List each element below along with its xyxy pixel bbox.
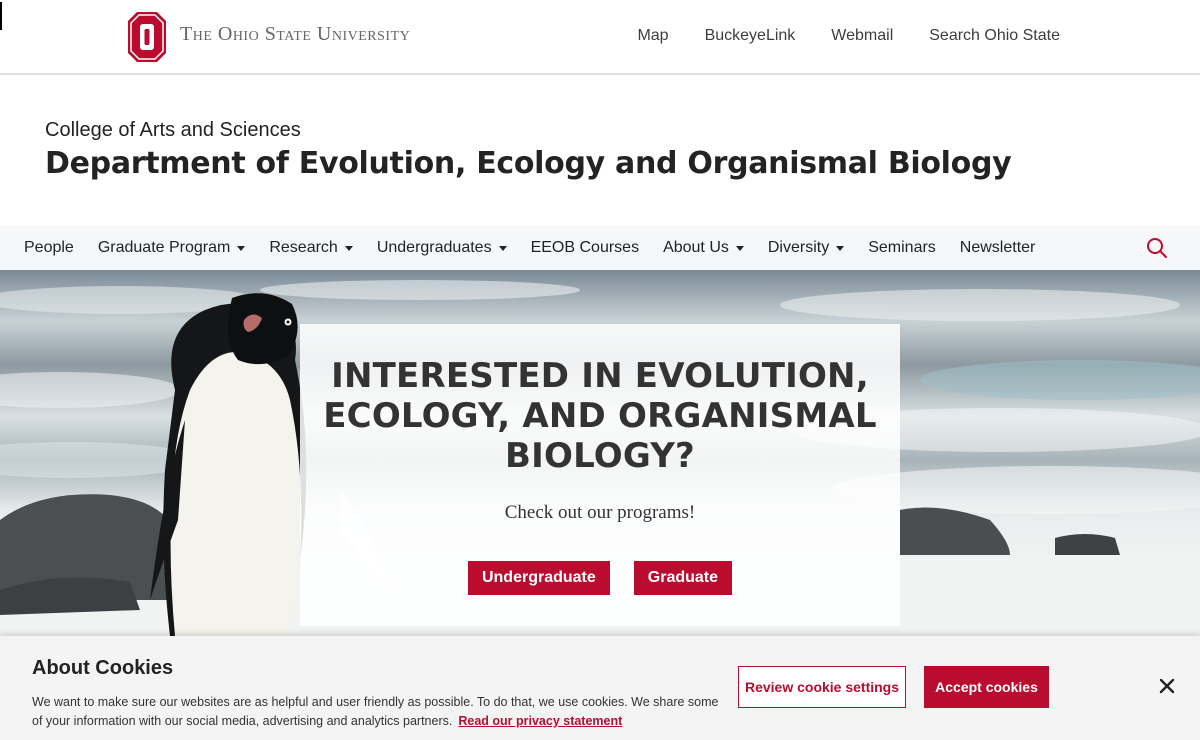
osu-global-bar: The Ohio State University Map BuckeyeLin… xyxy=(0,0,1200,75)
privacy-statement-link[interactable]: Read our privacy statement xyxy=(458,714,622,728)
nav-item-label: Seminars xyxy=(868,239,936,256)
college-name[interactable]: College of Arts and Sciences xyxy=(45,119,301,142)
nav-list: People Graduate Program Research Undergr… xyxy=(24,226,1035,270)
nav-item-label: Research xyxy=(269,239,338,256)
nav-item-label: Undergraduates xyxy=(376,239,492,256)
nav-item-label: Newsletter xyxy=(959,239,1036,256)
nav-item-people[interactable]: People xyxy=(24,239,74,257)
osu-utility-links: Map BuckeyeLink Webmail Search Ohio Stat… xyxy=(637,27,1060,45)
hero-heading: INTERESTED IN EVOLUTION, ECOLOGY, AND OR… xyxy=(323,356,877,476)
page-edge-mark xyxy=(0,2,2,30)
link-map[interactable]: Map xyxy=(637,27,668,45)
nav-item-label: Diversity xyxy=(767,239,830,256)
osu-wordmark-text: The Ohio State University xyxy=(180,23,411,45)
caret-down-icon xyxy=(498,246,507,251)
hero-subtext: Check out our programs! xyxy=(504,502,696,523)
osu-wordmark[interactable]: The Ohio State University xyxy=(180,23,410,46)
nav-item-newsletter[interactable]: Newsletter xyxy=(960,239,1036,257)
nav-item-eeob-courses[interactable]: EEOB Courses xyxy=(531,239,639,257)
hero-buttons: Undergraduate Graduate xyxy=(300,561,900,595)
link-search-ohio-state[interactable]: Search Ohio State xyxy=(929,27,1060,45)
graduate-button[interactable]: Graduate xyxy=(633,561,733,595)
cookie-title: About Cookies xyxy=(32,657,174,679)
caret-down-icon xyxy=(237,246,246,251)
osu-block-o-logo-icon[interactable] xyxy=(128,12,166,62)
nav-item-research[interactable]: Research xyxy=(269,239,353,257)
close-icon[interactable] xyxy=(1158,677,1176,695)
review-cookie-settings-button[interactable]: Review cookie settings xyxy=(738,666,906,708)
caret-down-icon xyxy=(735,246,744,251)
nav-item-seminars[interactable]: Seminars xyxy=(868,239,936,257)
nav-item-about-us[interactable]: About Us xyxy=(663,239,744,257)
caret-down-icon xyxy=(344,246,353,251)
department-title[interactable]: Department of Evolution, Ecology and Org… xyxy=(45,146,1012,181)
site-header: College of Arts and Sciences Department … xyxy=(0,76,1200,226)
link-buckeyelink[interactable]: BuckeyeLink xyxy=(705,27,796,45)
nav-item-graduate-program[interactable]: Graduate Program xyxy=(98,239,246,257)
caret-down-icon xyxy=(836,246,845,251)
undergraduate-button[interactable]: Undergraduate xyxy=(467,561,610,595)
search-icon[interactable] xyxy=(1146,237,1168,259)
cookie-banner: About Cookies We want to make sure our w… xyxy=(0,636,1200,740)
hero-banner: INTERESTED IN EVOLUTION, ECOLOGY, AND OR… xyxy=(0,270,1200,636)
hero-card: INTERESTED IN EVOLUTION, ECOLOGY, AND OR… xyxy=(300,324,900,626)
accept-cookies-button[interactable]: Accept cookies xyxy=(924,666,1049,708)
nav-item-label: About Us xyxy=(663,239,729,256)
nav-item-diversity[interactable]: Diversity xyxy=(767,239,845,257)
main-navigation: People Graduate Program Research Undergr… xyxy=(0,226,1200,270)
nav-item-label: People xyxy=(24,239,74,256)
nav-item-label: Graduate Program xyxy=(97,239,231,256)
nav-item-label: EEOB Courses xyxy=(530,239,640,256)
cookie-text: We want to make sure our websites are as… xyxy=(32,693,732,731)
link-webmail[interactable]: Webmail xyxy=(831,27,893,45)
nav-item-undergraduates[interactable]: Undergraduates xyxy=(377,239,507,257)
